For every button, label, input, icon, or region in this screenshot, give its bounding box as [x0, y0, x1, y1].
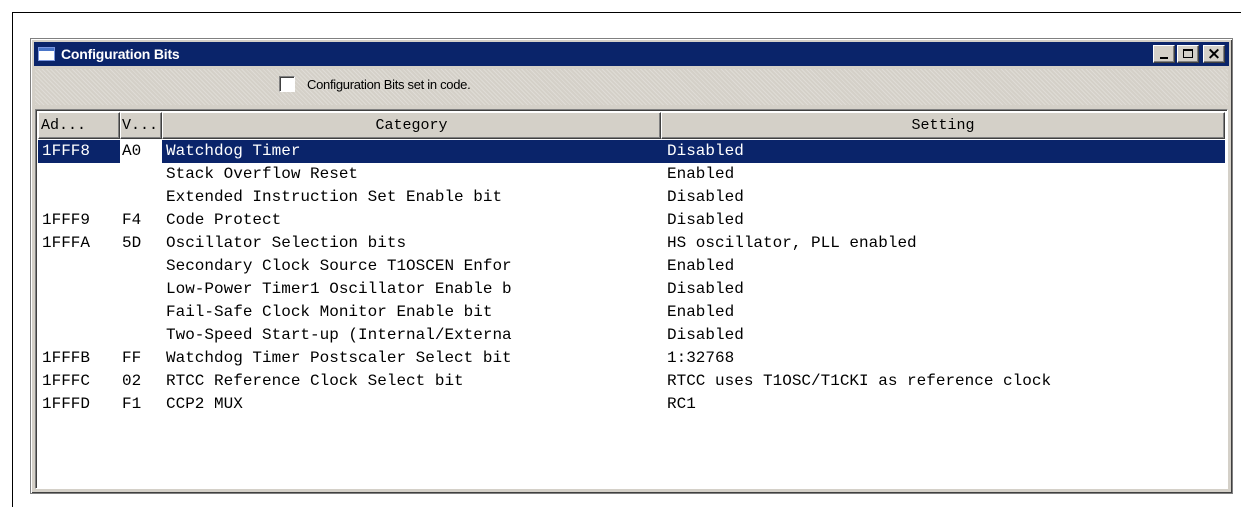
value-cell — [120, 255, 162, 278]
window-title: Configuration Bits — [61, 46, 180, 62]
address-cell: 1FFFB — [42, 349, 91, 367]
table-row[interactable]: Two-Speed Start-up (Internal/Externa Disa… — [38, 324, 1225, 347]
maximize-button[interactable] — [1177, 45, 1199, 63]
address-cell: 1FFFA — [42, 234, 91, 252]
column-header-setting[interactable]: Setting — [661, 112, 1225, 139]
category-cell: Code Protect — [166, 211, 282, 229]
table-row[interactable]: Fail-Safe Clock Monitor Enable bit Enable… — [38, 301, 1225, 324]
table-row[interactable]: 1FFF9 F4 Code Protect Disabled — [38, 209, 1225, 232]
setting-cell: Disabled — [667, 280, 744, 298]
config-bits-in-code-checkbox[interactable] — [279, 76, 295, 92]
table-body: 1FFF8 A0 Watchdog Timer Disabled Stack Overf… — [38, 140, 1225, 416]
category-cell: Fail-Safe Clock Monitor Enable bit — [166, 303, 493, 321]
table-row[interactable]: 1FFFD F1 CCP2 MUX RC1 — [38, 393, 1225, 416]
category-cell: Watchdog Timer Postscaler Select bit — [166, 349, 512, 367]
category-cell: Two-Speed Start-up (Internal/Externa — [166, 326, 512, 344]
config-bits-in-code-option[interactable]: Configuration Bits set in code. — [279, 76, 471, 92]
setting-cell: Enabled — [667, 303, 735, 321]
table-row[interactable]: Secondary Clock Source T1OSCEN Enfor Enab… — [38, 255, 1225, 278]
address-cell: 1FFF9 — [42, 211, 91, 229]
table-row[interactable]: Low-Power Timer1 Oscillator Enable b Disa… — [38, 278, 1225, 301]
address-cell — [38, 301, 120, 324]
address-cell — [38, 278, 120, 301]
category-cell: Low-Power Timer1 Oscillator Enable b — [166, 280, 512, 298]
table-row[interactable]: 1FFF8 A0 Watchdog Timer Disabled — [38, 140, 1225, 163]
address-cell: 1FFF8 — [42, 142, 91, 160]
title-bar[interactable]: Configuration Bits × — [34, 42, 1229, 66]
minimize-icon — [1160, 57, 1168, 59]
close-button[interactable]: × — [1203, 44, 1225, 64]
category-cell: Stack Overflow Reset — [166, 165, 359, 183]
value-cell: F1 — [122, 395, 142, 413]
setting-cell: Disabled — [667, 188, 744, 206]
table-header: Ad... V... Category Setting — [38, 112, 1225, 139]
address-cell: 1FFFC — [42, 372, 91, 390]
address-cell: 1FFFD — [42, 395, 91, 413]
category-cell: Watchdog Timer — [166, 142, 301, 160]
setting-cell: Enabled — [667, 257, 735, 275]
setting-cell: Disabled — [667, 142, 744, 160]
value-cell — [120, 278, 162, 301]
column-header-category[interactable]: Category — [162, 112, 661, 139]
address-cell — [38, 255, 120, 278]
address-cell — [38, 163, 120, 186]
setting-cell: RC1 — [667, 395, 696, 413]
setting-cell: RTCC uses T1OSC/T1CKI as reference clock — [667, 372, 1052, 390]
minimize-button[interactable] — [1153, 45, 1175, 63]
setting-cell: Disabled — [667, 326, 744, 344]
value-cell — [120, 163, 162, 186]
table-row[interactable]: 1FFFB FF Watchdog Timer Postscaler Select … — [38, 347, 1225, 370]
category-cell: Extended Instruction Set Enable bit — [166, 188, 503, 206]
column-header-address[interactable]: Ad... — [38, 112, 120, 139]
table-row[interactable]: 1FFFA 5D Oscillator Selection bits HS oscil… — [38, 232, 1225, 255]
configuration-bits-window: Configuration Bits × Configuration Bits … — [30, 38, 1233, 494]
table-row[interactable]: Stack Overflow Reset Enabled — [38, 163, 1225, 186]
table-row[interactable]: Extended Instruction Set Enable bit Disab… — [38, 186, 1225, 209]
column-header-value[interactable]: V... — [120, 112, 162, 139]
window-icon — [38, 47, 55, 61]
value-cell: A0 — [120, 140, 162, 163]
category-cell: RTCC Reference Clock Select bit — [166, 372, 464, 390]
category-cell: CCP2 MUX — [166, 395, 243, 413]
category-cell: Secondary Clock Source T1OSCEN Enfor — [166, 257, 512, 275]
address-cell — [38, 186, 120, 209]
config-bits-in-code-label[interactable]: Configuration Bits set in code. — [307, 77, 471, 92]
setting-cell: Disabled — [667, 211, 744, 229]
value-cell — [120, 186, 162, 209]
value-cell: 5D — [122, 234, 142, 252]
toolbar: Configuration Bits set in code. — [35, 69, 1228, 105]
window-controls: × — [1153, 44, 1225, 64]
table-row[interactable]: 1FFFC 02 RTCC Reference Clock Select bit RT… — [38, 370, 1225, 393]
close-icon: × — [1206, 44, 1222, 64]
category-cell: Oscillator Selection bits — [166, 234, 407, 252]
config-bits-table: Ad... V... Category Setting 1FFF8 A0 Watch… — [35, 109, 1228, 489]
value-cell — [120, 301, 162, 324]
maximize-icon — [1183, 49, 1193, 58]
address-cell — [38, 324, 120, 347]
setting-cell: HS oscillator, PLL enabled — [667, 234, 917, 252]
value-cell — [120, 324, 162, 347]
setting-cell: Enabled — [667, 165, 735, 183]
value-cell: FF — [122, 349, 142, 367]
setting-cell: 1:32768 — [667, 349, 735, 367]
value-cell: 02 — [122, 372, 142, 390]
value-cell: F4 — [122, 211, 142, 229]
